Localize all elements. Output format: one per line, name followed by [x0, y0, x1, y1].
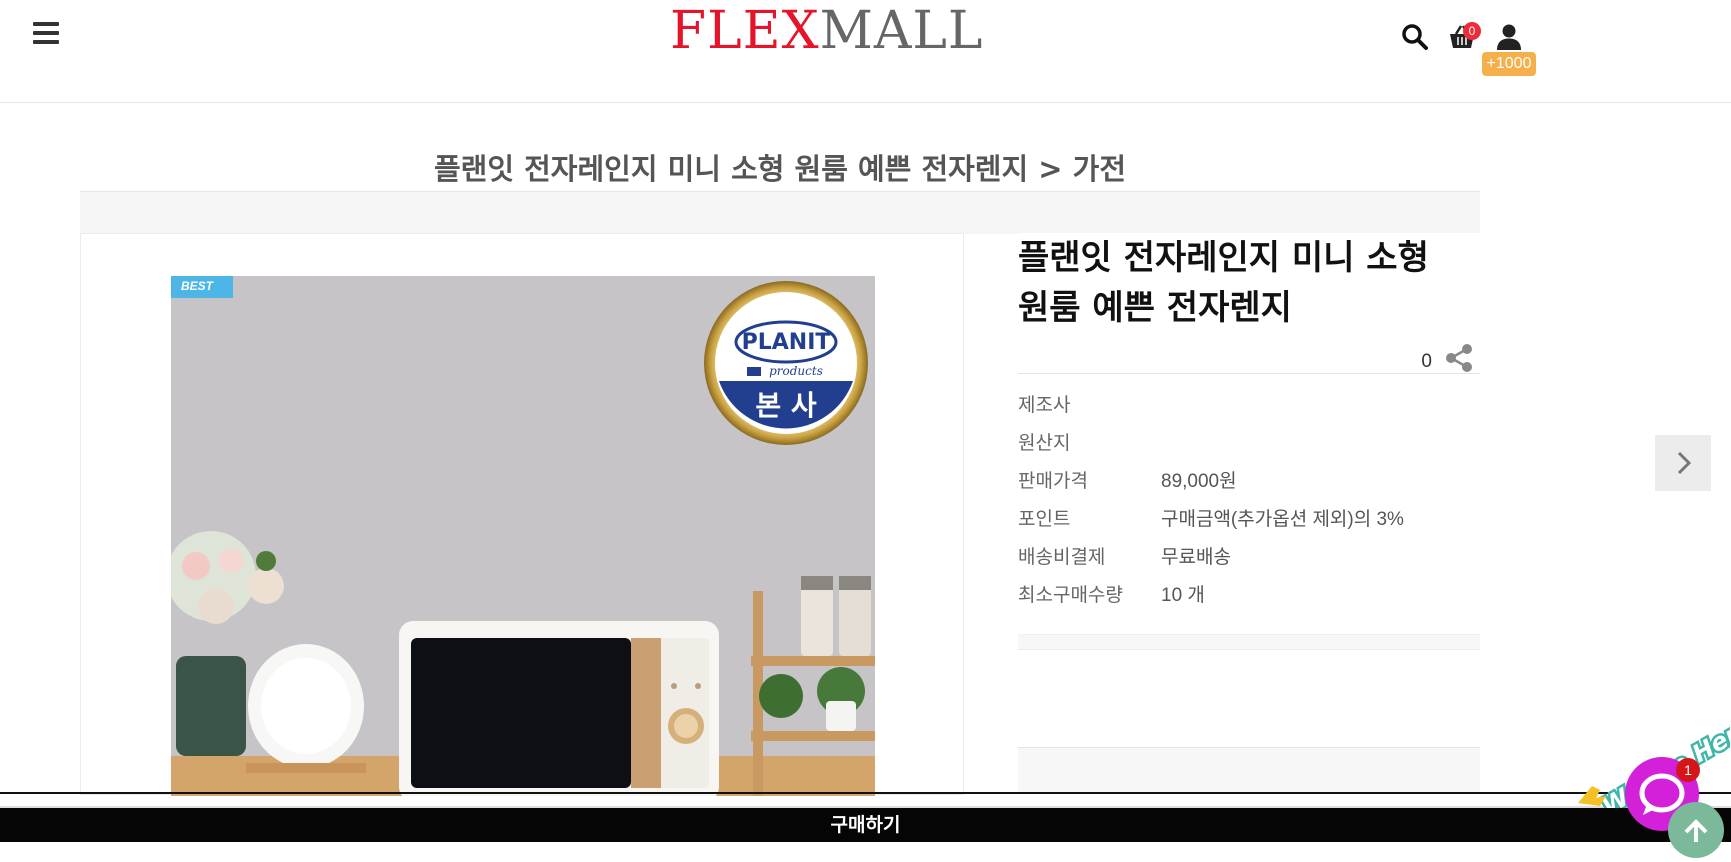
- buy-bar-divider: [0, 792, 1731, 794]
- spec-row-points: 포인트 구매금액(추가옵션 제외)의 3%: [1018, 498, 1480, 536]
- spec-value: 무료배송: [1161, 546, 1231, 568]
- share-icon[interactable]: [1444, 343, 1474, 373]
- next-slide-button[interactable]: [1655, 435, 1711, 491]
- product-info-panel: 플랜잇 전자레인지 미니 소형 원룸 예쁜 전자렌지 0 제조사 원산지 판매가…: [1018, 233, 1480, 793]
- spec-label: 최소구매수량: [1018, 584, 1123, 606]
- spec-value: 구매금액(추가옵션 제외)의 3%: [1161, 508, 1404, 530]
- product-spec-list: 제조사 원산지 판매가격 89,000원 포인트 구매금액(추가옵션 제외)의 …: [1018, 374, 1480, 635]
- logo-part-flex: FLEX: [670, 1, 820, 61]
- emblem-brand-text: PLANIT: [742, 330, 831, 355]
- spec-label: 제조사: [1018, 394, 1071, 416]
- like-count: 0: [1421, 351, 1432, 372]
- option-box: [1018, 649, 1480, 748]
- spec-value: 10 개: [1161, 584, 1205, 606]
- spec-label: 원산지: [1018, 432, 1071, 454]
- user-icon[interactable]: [1494, 22, 1524, 52]
- emblem-bottom-text: 본 사: [755, 389, 817, 422]
- page-title-breadcrumb: 플랜잇 전자레인지 미니 소형 원룸 예쁜 전자렌지 > 가전: [433, 152, 1127, 186]
- emblem-sub-text: products: [769, 364, 823, 378]
- best-badge: BEST: [171, 276, 233, 298]
- product-image-panel: PLANIT products 본 사 BEST: [80, 233, 964, 796]
- spec-row-price: 판매가격 89,000원: [1018, 460, 1480, 498]
- product-meta-row: 0: [1018, 333, 1480, 374]
- product-name: 플랜잇 전자레인지 미니 소형 원룸 예쁜 전자렌지: [1018, 238, 1429, 328]
- spec-label: 배송비결제: [1018, 546, 1106, 568]
- cart-count-badge: 0: [1463, 22, 1481, 40]
- spec-row-origin: 원산지: [1018, 422, 1480, 460]
- hamburger-menu-icon[interactable]: [33, 22, 59, 48]
- points-badge: +1000: [1482, 52, 1536, 76]
- spec-row-manufacturer: 제조사: [1018, 384, 1480, 422]
- spec-label: 판매가격: [1018, 470, 1088, 492]
- buy-now-button[interactable]: 구매하기: [0, 806, 1731, 842]
- logo-part-mall: MALL: [819, 1, 984, 61]
- chat-unread-badge: 1: [1676, 758, 1700, 782]
- product-image[interactable]: PLANIT products 본 사 BEST: [171, 276, 875, 796]
- spec-row-shipping: 배송비결제 무료배송: [1018, 536, 1480, 574]
- search-icon[interactable]: [1400, 22, 1430, 52]
- breadcrumb-bar: [80, 191, 1480, 234]
- site-header: FLEXMALL 0 +1000: [0, 0, 1731, 103]
- site-logo[interactable]: FLEXMALL: [670, 2, 983, 60]
- arrow-up-icon: [1684, 819, 1708, 842]
- spec-divider: [1018, 612, 1480, 635]
- product-info-top: 플랜잇 전자레인지 미니 소형 원룸 예쁜 전자렌지 0: [1018, 233, 1480, 374]
- spec-value: 89,000원: [1161, 470, 1237, 492]
- spec-row-min-quantity: 최소구매수량 10 개: [1018, 574, 1480, 612]
- chevron-right-icon: [1677, 451, 1692, 475]
- microwave-product-photo: PLANIT products 본 사: [171, 276, 875, 796]
- spec-label: 포인트: [1018, 508, 1071, 530]
- scroll-to-top-button[interactable]: [1668, 802, 1724, 858]
